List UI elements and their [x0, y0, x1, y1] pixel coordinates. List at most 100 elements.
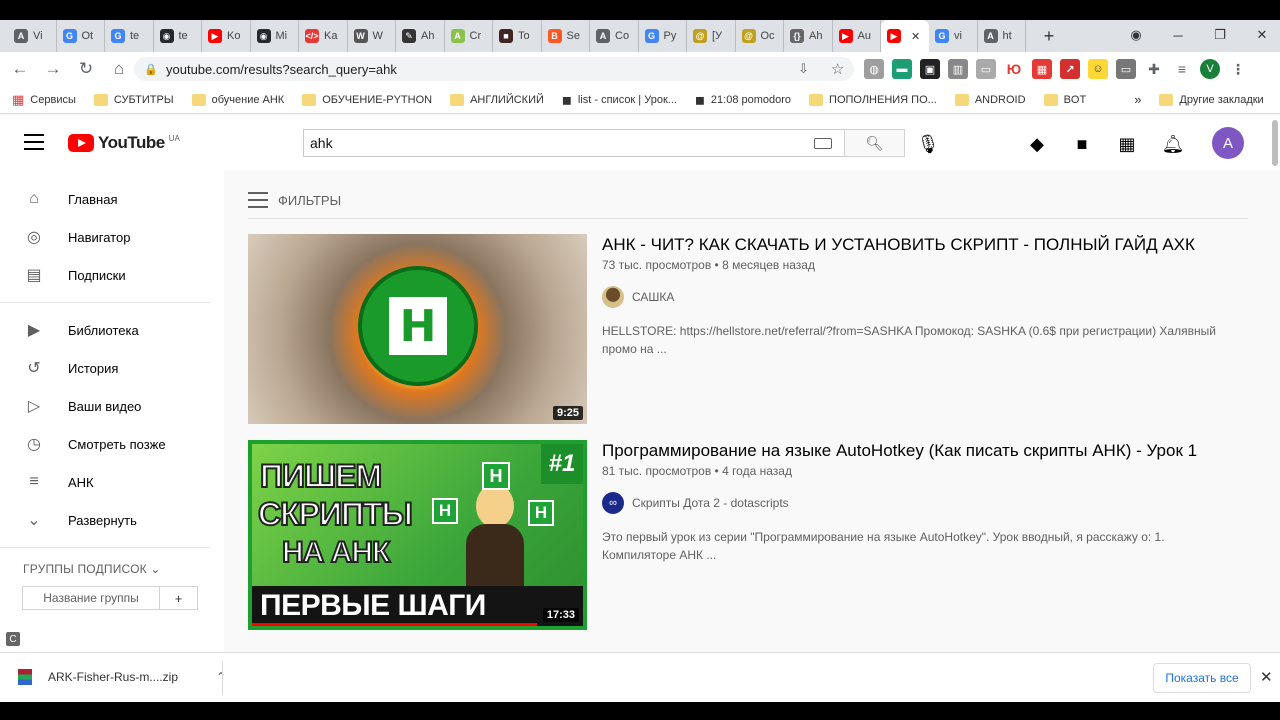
tab-search-icon[interactable]: ◉: [1116, 20, 1156, 50]
browser-tab[interactable]: ◉ te: [154, 20, 202, 52]
puzzle-icon[interactable]: ✚: [1144, 59, 1164, 79]
reload-icon[interactable]: ↻: [71, 54, 101, 84]
restore-icon[interactable]: ❐: [1200, 20, 1240, 50]
apps-grid-icon[interactable]: ▦: [1116, 133, 1138, 155]
video-title[interactable]: Программирование на языке AutoHotkey (Ка…: [602, 440, 1222, 462]
subscription-groups-toggle[interactable]: ГРУППЫ ПОДПИСОК ⌄: [0, 562, 224, 576]
forward-icon[interactable]: →: [38, 54, 68, 84]
smile-extension-icon[interactable]: ☺: [1088, 59, 1108, 79]
video-thumbnail[interactable]: #1 ПИШЕМ СКРИПТЫ НА АНК H H H ПЕРВЫЕ ШАГ…: [248, 440, 587, 630]
home-icon[interactable]: ⌂: [104, 54, 134, 84]
folder-extension-icon[interactable]: ▭: [1116, 59, 1136, 79]
bookmark-item[interactable]: СУБТИТРЫ: [93, 93, 174, 106]
browser-tab[interactable]: </> Ka: [299, 20, 348, 52]
browser-tab[interactable]: G Py: [639, 20, 687, 52]
close-download-bar-icon[interactable]: ✕: [1260, 668, 1273, 686]
thumbnail-bottom-banner: ПЕРВЫЕ ШАГИ: [252, 586, 583, 626]
yu-extension-icon[interactable]: Ю: [1004, 59, 1024, 79]
new-tab-button[interactable]: +: [1034, 26, 1064, 47]
browser-tab[interactable]: ■ To: [493, 20, 542, 52]
sidebar-item[interactable]: ≡ АНК: [0, 463, 224, 501]
keyboard-icon[interactable]: [814, 138, 832, 149]
sidebar-item[interactable]: ▷ Ваши видео: [0, 387, 224, 425]
browser-tab[interactable]: B Se: [542, 20, 590, 52]
create-video-icon[interactable]: ■: [1071, 133, 1093, 155]
bookmark-item[interactable]: ▦ Сервисы: [12, 92, 76, 108]
bookmark-item[interactable]: обучение АНК: [191, 93, 284, 106]
browser-tab[interactable]: {} Ah: [784, 20, 833, 52]
sidebar-item[interactable]: ◎ Навигатор: [0, 218, 224, 256]
browser-tab[interactable]: G Ot: [57, 20, 105, 52]
minimize-icon[interactable]: ─: [1158, 20, 1198, 50]
back-icon[interactable]: ←: [5, 54, 35, 84]
sidebar-item[interactable]: ▤ Подписки: [0, 256, 224, 294]
window-close-icon[interactable]: ✕: [1242, 20, 1280, 50]
menu-kebab-icon[interactable]: ⋮: [1228, 59, 1248, 79]
bookmark-item[interactable]: ◼ 21:08 pomodoro: [695, 93, 791, 107]
hamburger-menu-icon[interactable]: [24, 134, 44, 150]
browser-tab[interactable]: A Co: [590, 20, 639, 52]
show-all-downloads-button[interactable]: Показать все: [1153, 663, 1251, 693]
channel-avatar[interactable]: [602, 286, 624, 308]
media-icon[interactable]: ≡: [1172, 59, 1192, 79]
video-title[interactable]: АНК - ЧИТ? КАК СКАЧАТЬ И УСТАНОВИТЬ СКРИ…: [602, 234, 1222, 256]
tab-close-icon[interactable]: ✕: [911, 30, 920, 43]
profile-avatar[interactable]: V: [1200, 59, 1220, 79]
sidebar-item[interactable]: ⌂ Главная: [0, 180, 224, 218]
bookmark-item[interactable]: ◼ list - список | Урок...: [562, 93, 677, 107]
extension-c-icon[interactable]: C: [6, 632, 20, 646]
book-extension-icon[interactable]: ▥: [948, 59, 968, 79]
globe-extension-icon[interactable]: ◍: [864, 59, 884, 79]
download-filename: ARK-Fisher-Rus-m....zip: [48, 670, 179, 684]
account-avatar[interactable]: A: [1212, 127, 1244, 159]
browser-tab[interactable]: ◉ Mi: [251, 20, 299, 52]
bookmarks-overflow-button[interactable]: »: [1134, 92, 1141, 107]
green-extension-icon[interactable]: ▬: [892, 59, 912, 79]
bookmark-item[interactable]: ОБУЧЕНИЕ-PYTHON: [302, 93, 432, 106]
sidebar-item[interactable]: ⌄ Развернуть: [0, 501, 224, 539]
add-group-button[interactable]: +: [160, 586, 198, 610]
bookmark-star-icon[interactable]: ☆: [831, 60, 844, 78]
youtube-logo[interactable]: YouTube UA: [68, 133, 180, 153]
browser-tab[interactable]: ✎ Ah: [396, 20, 445, 52]
sidebar-item[interactable]: ◷ Смотреть позже: [0, 425, 224, 463]
sidebar-item[interactable]: ▶ Библиотека: [0, 311, 224, 349]
browser-tab[interactable]: Gte: [105, 20, 154, 52]
chat-extension-icon[interactable]: ▭: [976, 59, 996, 79]
grid-extension-icon[interactable]: ▦: [1032, 59, 1052, 79]
filters-button[interactable]: ФИЛЬТРЫ: [248, 192, 341, 208]
group-name-input[interactable]: Название группы: [22, 586, 160, 610]
bookmark-item[interactable]: АНГЛИЙСКИЙ: [450, 93, 544, 106]
browser-tab[interactable]: A Vi: [8, 20, 57, 52]
browser-tab[interactable]: Gvi: [929, 20, 978, 52]
sidebar-item-label: Смотреть позже: [68, 436, 166, 452]
video-thumbnail[interactable]: H 9:25: [248, 234, 587, 424]
install-icon[interactable]: ⇩: [798, 61, 809, 77]
channel-link[interactable]: ∞ Скрипты Дота 2 - dotascripts: [602, 492, 1222, 514]
browser-tab[interactable]: @ [У: [687, 20, 736, 52]
channel-avatar[interactable]: ∞: [602, 492, 624, 514]
browser-tab[interactable]: WW: [348, 20, 396, 52]
bookmark-item[interactable]: ПОПОЛНЕНИЯ ПО...: [809, 93, 937, 106]
browser-tab[interactable]: Aht: [978, 20, 1026, 52]
channel-link[interactable]: САШКА: [602, 286, 1222, 308]
search-button[interactable]: 🔍︎: [844, 129, 905, 157]
download-item[interactable]: ARK-Fisher-Rus-m....zip ⌃: [18, 669, 226, 685]
arrow-extension-icon[interactable]: ↗: [1060, 59, 1080, 79]
sidebar-item[interactable]: ↺ История: [0, 349, 224, 387]
browser-tab[interactable]: ▶ Au: [833, 20, 881, 52]
browser-tab[interactable]: A Cr: [445, 20, 493, 52]
bookmark-item[interactable]: BOT: [1043, 93, 1086, 106]
address-bar[interactable]: 🔒 youtube.com/results?search_query=ahk: [134, 57, 854, 81]
radio-extension-icon[interactable]: ▣: [920, 59, 940, 79]
bookmark-item[interactable]: ANDROID: [954, 93, 1026, 106]
notifications-bell-icon[interactable]: 🔔︎: [1162, 133, 1185, 155]
scrollbar[interactable]: [1272, 120, 1278, 166]
browser-tab[interactable]: ▶ Ko: [202, 20, 251, 52]
microphone-icon[interactable]: 🎙︎: [917, 133, 940, 155]
browser-tab[interactable]: @ Oc: [736, 20, 784, 52]
browser-tab[interactable]: ▶ ✕: [881, 20, 929, 52]
search-input[interactable]: ahk: [303, 129, 845, 157]
tag-icon[interactable]: ◆: [1026, 133, 1048, 155]
other-bookmarks[interactable]: Другие закладки: [1159, 93, 1264, 106]
